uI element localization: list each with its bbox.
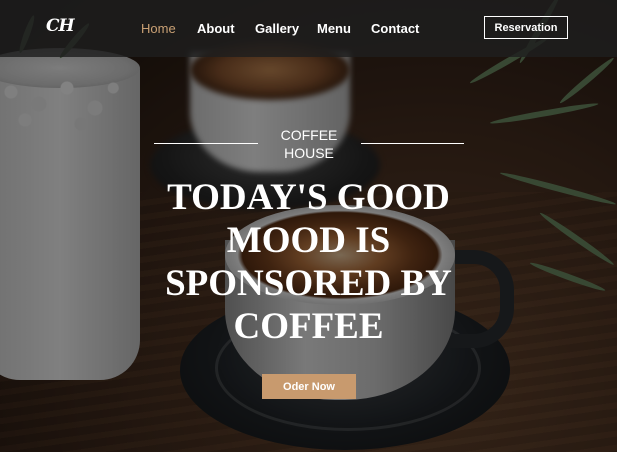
hero-headline-line3: SPONSORED BY bbox=[165, 263, 452, 304]
hero-headline-line2: MOOD IS bbox=[226, 220, 391, 261]
nav-item-menu[interactable]: Menu bbox=[317, 21, 351, 36]
hero-headline: TODAY'S GOOD MOOD IS SPONSORED BY COFFEE bbox=[140, 176, 477, 348]
hero-headline-line4: COFFEE bbox=[233, 306, 384, 347]
hero-subtitle-line2: HOUSE bbox=[284, 145, 334, 161]
top-navbar: CH Home About Gallery Menu Contact Reser… bbox=[0, 0, 617, 57]
brand-logo[interactable]: CH bbox=[46, 16, 75, 36]
nav-item-gallery[interactable]: Gallery bbox=[255, 21, 299, 36]
subtitle-divider-right bbox=[361, 143, 464, 144]
reservation-button[interactable]: Reservation bbox=[484, 16, 568, 39]
order-now-button[interactable]: Oder Now bbox=[262, 374, 356, 399]
nav-item-contact[interactable]: Contact bbox=[371, 21, 419, 36]
nav-item-about[interactable]: About bbox=[197, 21, 235, 36]
hero-subtitle: COFFEE HOUSE bbox=[258, 126, 360, 162]
subtitle-divider-left bbox=[154, 143, 258, 144]
hero-subtitle-line1: COFFEE bbox=[280, 127, 338, 143]
hero-headline-line1: TODAY'S GOOD bbox=[167, 177, 450, 218]
nav-item-home[interactable]: Home bbox=[141, 21, 176, 36]
